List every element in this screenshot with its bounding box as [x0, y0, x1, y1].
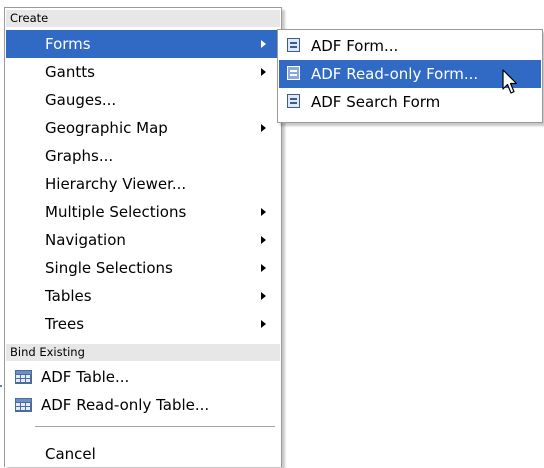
- menu-item-graphs[interactable]: Graphs...: [6, 142, 280, 170]
- submenu-arrow-icon: [261, 320, 266, 328]
- menu-item-label: Navigation: [45, 231, 126, 249]
- menu-item-gauges[interactable]: Gauges...: [6, 86, 280, 114]
- bind-existing-section-header: Bind Existing: [6, 344, 280, 361]
- table-icon: [15, 370, 32, 384]
- menu-item-label: Hierarchy Viewer...: [45, 175, 187, 193]
- menu-item-tables[interactable]: Tables: [6, 282, 280, 310]
- submenu-arrow-icon: [261, 68, 266, 76]
- menu-item-adf-read-only-table[interactable]: ADF Read-only Table...: [6, 391, 280, 419]
- menu-item-label: Gauges...: [45, 91, 117, 109]
- menu-item-adf-table[interactable]: ADF Table...: [6, 363, 280, 391]
- menu-item-geographic-map[interactable]: Geographic Map: [6, 114, 280, 142]
- menu-item-label: Graphs...: [45, 147, 114, 165]
- menu-item-label: ADF Read-only Table...: [41, 396, 210, 414]
- menu-item-single-selections[interactable]: Single Selections: [6, 254, 280, 282]
- form-icon: [287, 66, 300, 80]
- submenu-item-adf-form[interactable]: ADF Form...: [279, 32, 541, 60]
- create-section-header: Create: [6, 10, 280, 27]
- menu-item-label: Gantts: [45, 63, 95, 81]
- menu-item-forms[interactable]: Forms: [6, 30, 280, 58]
- submenu-arrow-icon: [261, 124, 266, 132]
- menu-item-label: Cancel: [45, 445, 96, 463]
- menu-item-label: Tables: [45, 287, 92, 305]
- submenu-arrow-icon: [261, 40, 266, 48]
- submenu-arrow-icon: [261, 236, 266, 244]
- submenu-arrow-icon: [261, 208, 266, 216]
- menu-item-gantts[interactable]: Gantts: [6, 58, 280, 86]
- menu-item-label: Multiple Selections: [45, 203, 187, 221]
- submenu-item-label: ADF Read-only Form...: [311, 65, 479, 83]
- submenu-arrow-icon: [261, 264, 266, 272]
- stray-dot: [0, 385, 2, 387]
- menu-item-label: Geographic Map: [45, 119, 168, 137]
- submenu-item-label: ADF Form...: [311, 37, 399, 55]
- form-icon: [287, 38, 300, 52]
- submenu-item-label: ADF Search Form: [311, 93, 441, 111]
- menu-item-hierarchy-viewer[interactable]: Hierarchy Viewer...: [6, 170, 280, 198]
- submenu-arrow-icon: [261, 292, 266, 300]
- menu-item-trees[interactable]: Trees: [6, 310, 280, 338]
- menu-item-cancel[interactable]: Cancel: [6, 440, 280, 468]
- menu-item-navigation[interactable]: Navigation: [6, 226, 280, 254]
- menu-item-multiple-selections[interactable]: Multiple Selections: [6, 198, 280, 226]
- mouse-pointer-icon: [502, 69, 518, 94]
- menu-item-label: ADF Table...: [41, 368, 130, 386]
- form-icon: [287, 94, 300, 108]
- menu-item-label: Forms: [45, 35, 91, 53]
- menu-item-label: Single Selections: [45, 259, 173, 277]
- create-context-menu: Create Forms Gantts Gauges... Geographic…: [4, 7, 282, 467]
- menu-item-label: Trees: [45, 315, 85, 333]
- menu-separator: [35, 426, 275, 427]
- table-icon: [15, 398, 32, 412]
